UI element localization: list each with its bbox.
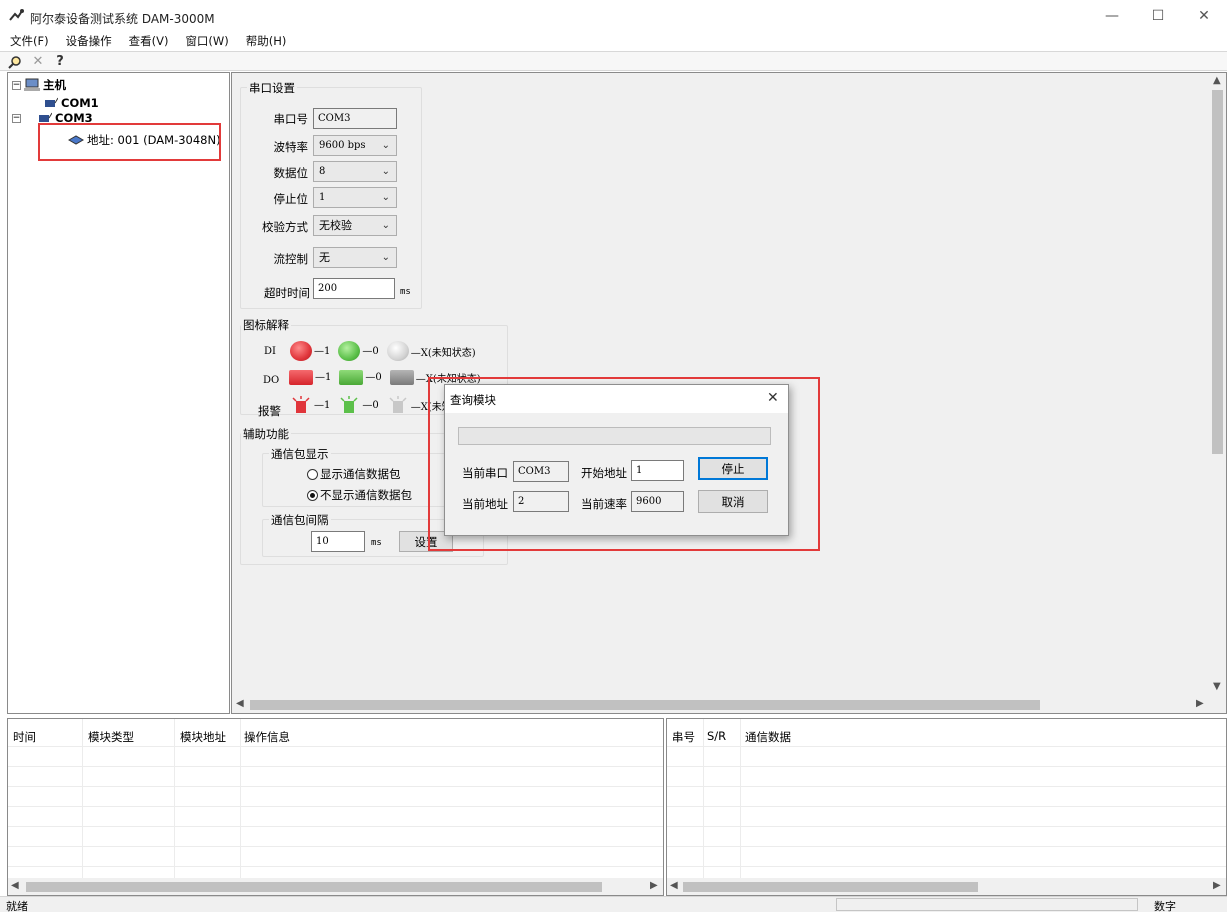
timeout-unit: ms — [400, 287, 411, 297]
port-field[interactable]: COM3 — [313, 108, 397, 129]
gray-circle-icon — [386, 341, 409, 361]
maximize-button[interactable]: ☐ — [1135, 0, 1181, 32]
interval-unit: ms — [371, 538, 382, 548]
group-title: 图标解释 — [241, 317, 291, 333]
scroll-left-icon[interactable]: ◀ — [670, 880, 678, 891]
do-label: DO — [263, 375, 280, 386]
databits-label: 数据位 — [273, 166, 309, 180]
comm-table: 串号 S/R 通信数据 ◀ ▶ — [666, 718, 1227, 896]
log-header-type[interactable]: 模块类型 — [88, 729, 134, 745]
device-tree: − 主机 COM1 − COM3 地址: 001 (DAM-3048N) — [7, 72, 230, 714]
scroll-right-icon[interactable]: ▶ — [650, 880, 658, 891]
scroll-left-icon[interactable]: ◀ — [236, 698, 244, 709]
baud-select[interactable]: 9600 bps ⌄ — [313, 135, 397, 156]
horizontal-scrollbar[interactable]: ◀ ▶ — [8, 878, 663, 895]
menu-device[interactable]: 设备操作 — [56, 32, 119, 50]
di-label: DI — [264, 346, 276, 357]
comm-header-data[interactable]: 通信数据 — [745, 729, 791, 745]
menu-bar: 文件(F) 设备操作 查看(V) 窗口(W) 帮助(H) — [0, 32, 1227, 50]
alarm-label: 报警 — [258, 404, 281, 418]
log-header-address[interactable]: 模块地址 — [180, 729, 226, 745]
status-panel — [836, 898, 1138, 911]
chevron-down-icon: ⌄ — [381, 192, 390, 203]
horizontal-scrollbar[interactable]: ◀ ▶ — [232, 696, 1210, 713]
status-bar: 就绪 数字 — [0, 896, 1227, 912]
tree-root[interactable]: − 主机 — [12, 77, 66, 93]
flow-select[interactable]: 无 ⌄ — [313, 247, 397, 268]
baud-label: 波特率 — [273, 140, 309, 154]
stopbits-select[interactable]: 1 ⌄ — [313, 187, 397, 208]
red-rect-icon — [289, 370, 313, 385]
alarm-unknown-icon — [389, 396, 407, 413]
alarm-on-icon — [292, 396, 310, 413]
port-label: 串口号 — [273, 112, 309, 126]
gray-rect-icon — [389, 370, 414, 385]
scroll-up-icon[interactable]: ▲ — [1213, 75, 1221, 86]
chevron-down-icon: ⌄ — [381, 252, 390, 263]
green-circle-icon — [338, 341, 361, 361]
highlight-box — [38, 123, 221, 161]
collapse-icon[interactable]: − — [12, 80, 21, 90]
red-circle-icon — [290, 341, 312, 361]
databits-select[interactable]: 8 ⌄ — [313, 161, 397, 182]
comm-header-serial[interactable]: 串号 — [672, 729, 695, 745]
close-icon[interactable]: ✕ — [28, 53, 48, 70]
log-table: 时间 模块类型 模块地址 操作信息 ◀ ▶ — [7, 718, 664, 896]
toolbar: ✕ ? — [0, 51, 1227, 71]
scroll-right-icon[interactable]: ▶ — [1213, 880, 1221, 891]
di-legend: —1 —0 —X(未知状态) — [290, 341, 476, 361]
close-button[interactable]: ✕ — [1181, 0, 1227, 32]
window-title: 阿尔泰设备测试系统 DAM-3000M — [30, 12, 215, 26]
flow-label: 流控制 — [273, 252, 309, 266]
port-icon — [45, 97, 58, 107]
scroll-left-icon[interactable]: ◀ — [11, 880, 19, 891]
menu-help[interactable]: 帮助(H) — [236, 32, 294, 50]
timeout-label: 超时时间 — [264, 286, 310, 300]
horizontal-scrollbar[interactable]: ◀ ▶ — [667, 878, 1226, 895]
app-logo-icon — [9, 9, 24, 21]
status-text: 就绪 — [6, 900, 28, 912]
scroll-down-icon[interactable]: ▼ — [1213, 681, 1221, 692]
chevron-down-icon: ⌄ — [381, 166, 390, 177]
scroll-thumb[interactable] — [26, 882, 602, 892]
scroll-thumb[interactable] — [250, 700, 1040, 710]
group-title: 通信包显示 — [269, 446, 331, 462]
alarm-off-icon — [340, 396, 358, 413]
stopbits-label: 停止位 — [273, 192, 309, 206]
comm-header-sr[interactable]: S/R — [707, 729, 726, 743]
tree-item-com1[interactable]: COM1 — [44, 96, 99, 110]
log-header-time[interactable]: 时间 — [13, 729, 36, 745]
minimize-button[interactable]: — — [1089, 0, 1135, 32]
vertical-scrollbar[interactable]: ▲ ▼ — [1209, 73, 1226, 713]
menu-view[interactable]: 查看(V) — [119, 32, 176, 50]
interval-input[interactable]: 10 — [311, 531, 365, 552]
show-packets-radio[interactable]: 显示通信数据包 — [307, 466, 401, 482]
parity-label: 校验方式 — [262, 220, 308, 234]
group-title: 串口设置 — [247, 80, 297, 96]
scroll-right-icon[interactable]: ▶ — [1196, 698, 1204, 709]
title-bar: 阿尔泰设备测试系统 DAM-3000M — ☐ ✕ — [0, 0, 1227, 32]
highlight-box — [428, 377, 820, 551]
search-icon[interactable] — [5, 53, 25, 70]
help-icon[interactable]: ? — [50, 53, 70, 70]
computer-icon — [24, 78, 40, 91]
group-title: 通信包间隔 — [269, 512, 331, 528]
hide-packets-radio[interactable]: 不显示通信数据包 — [307, 487, 412, 503]
chevron-down-icon: ⌄ — [381, 140, 390, 151]
chevron-down-icon: ⌄ — [381, 220, 390, 231]
parity-select[interactable]: 无校验 ⌄ — [313, 215, 397, 236]
scroll-thumb[interactable] — [683, 882, 978, 892]
menu-file[interactable]: 文件(F) — [0, 32, 56, 50]
menu-window[interactable]: 窗口(W) — [175, 32, 235, 50]
collapse-icon[interactable]: − — [12, 113, 21, 123]
timeout-input[interactable]: 200 — [313, 278, 395, 299]
log-header-info[interactable]: 操作信息 — [244, 729, 290, 745]
numlock-indicator: 数字 — [1154, 900, 1176, 912]
green-rect-icon — [339, 370, 364, 385]
scroll-thumb[interactable] — [1212, 90, 1223, 454]
group-title: 辅助功能 — [241, 426, 291, 442]
